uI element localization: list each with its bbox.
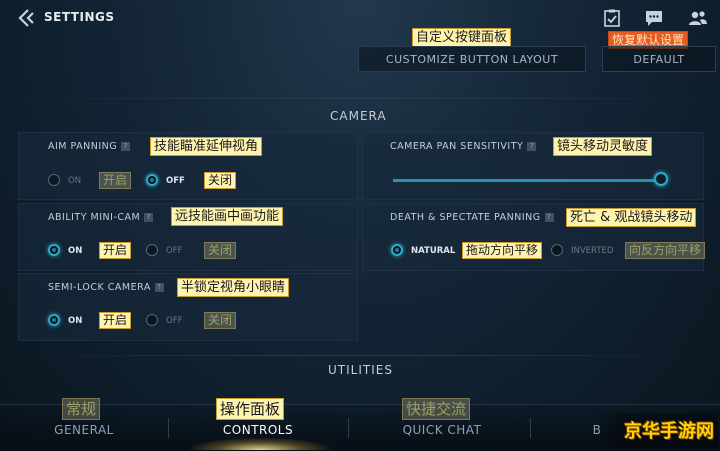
ability-mini-cam-on-radio[interactable] [48,244,60,256]
aim-panning-label: AIM PANNING? [48,141,131,152]
help-icon[interactable]: ? [144,213,154,222]
help-icon[interactable]: ? [544,213,554,222]
ability-mini-cam-off-annotation: 关闭 [204,242,237,259]
chat-icon[interactable] [644,9,664,27]
sensitivity-slider-track[interactable] [393,179,661,182]
sensitivity-slider-handle[interactable] [654,172,668,186]
help-icon[interactable]: ? [154,283,164,292]
semi-lock-off-annotation: 关闭 [204,312,237,329]
tab-divider [168,418,169,438]
semi-lock-off-radio[interactable] [146,314,158,326]
watermark-area: 京华手游网 [598,413,718,447]
semi-lock-camera-annotation: 半锁定视角小眼睛 [177,278,290,297]
semi-lock-on-radio[interactable] [48,314,60,326]
help-icon[interactable]: ? [527,142,537,151]
page-title: SETTINGS [44,10,115,24]
ability-mini-cam-label: ABILITY MINI-CAM? [48,212,154,223]
death-spectate-panning-label: DEATH & SPECTATE PANNING? [390,212,554,223]
customize-layout-annotation: 自定义按键面板 [412,28,512,47]
natural-radio[interactable] [391,244,403,256]
tab-quick-chat[interactable]: QUICK CHAT [384,423,500,437]
customize-button-label: CUSTOMIZE BUTTON LAYOUT [385,52,559,66]
utilities-section-title: UTILITIES [328,363,393,377]
semi-lock-on-annotation: 开启 [99,312,132,329]
ability-mini-cam-off-radio[interactable] [146,244,158,256]
back-arrow-icon[interactable] [18,8,38,28]
camera-section-title: CAMERA [330,109,387,123]
aim-panning-on-radio[interactable] [48,174,60,186]
tab-general-annotation: 常规 [62,398,101,420]
ability-mini-cam-annotation: 远技能画中画功能 [171,207,284,226]
tab-general[interactable]: GENERAL [30,423,138,437]
inverted-annotation: 向反方向平移 [625,242,706,259]
inverted-label: INVERTED [571,246,614,256]
tab-quick-chat-annotation: 快捷交流 [402,398,471,420]
customize-button-layout-button[interactable]: CUSTOMIZE BUTTON LAYOUT [358,46,586,72]
semi-lock-on-label: ON [68,316,83,326]
default-button-label: DEFAULT [633,52,685,66]
friends-icon[interactable] [688,9,708,27]
ability-mini-cam-on-annotation: 开启 [99,242,132,259]
inverted-radio[interactable] [551,244,563,256]
tab-controls-annotation: 操作面板 [216,398,285,420]
section-divider [18,98,702,99]
death-spectate-panning-annotation: 死亡 & 观战镜头移动 [566,208,697,227]
aim-panning-annotation: 技能瞄准延伸视角 [150,137,263,156]
natural-label: NATURAL [411,246,456,256]
camera-pan-sensitivity-annotation: 镜头移动灵敏度 [553,137,653,156]
semi-lock-off-label: OFF [166,316,183,326]
aim-panning-off-radio[interactable] [146,174,158,186]
ability-mini-cam-on-label: ON [68,246,83,256]
default-button[interactable]: DEFAULT [602,46,716,72]
section-divider [18,355,702,356]
camera-pan-sensitivity-label: CAMERA PAN SENSITIVITY? [390,141,537,152]
aim-panning-off-annotation: 关闭 [204,172,237,189]
tab-divider [530,418,531,438]
watermark-text: 京华手游网 [624,421,714,442]
aim-panning-on-label: ON [68,176,82,186]
active-tab-glow [190,438,330,450]
tab-divider [348,418,349,438]
help-icon[interactable]: ? [121,142,131,151]
natural-annotation: 拖动方向平移 [462,242,543,259]
aim-panning-on-annotation: 开启 [99,172,132,189]
semi-lock-camera-label: SEMI-LOCK CAMERA? [48,282,164,293]
ability-mini-cam-off-label: OFF [166,246,183,256]
tab-controls[interactable]: CONTROLS [204,423,312,437]
aim-panning-off-label: OFF [166,176,185,186]
checklist-icon[interactable] [602,9,622,27]
